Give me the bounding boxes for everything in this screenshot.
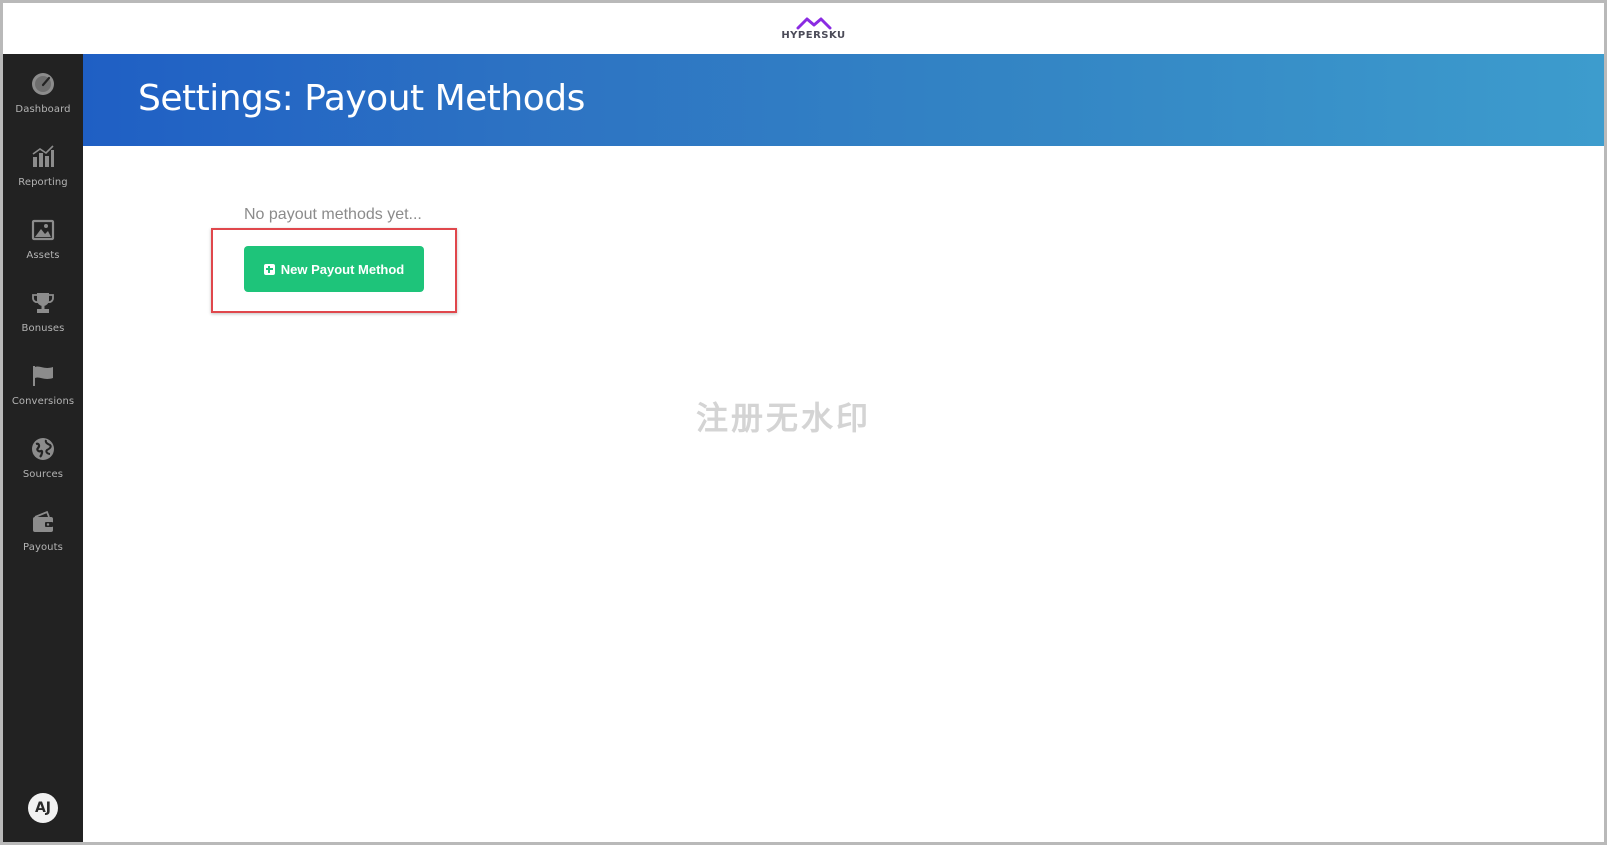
page-header: Settings: Payout Methods <box>83 54 1604 146</box>
sidebar-item-payouts[interactable]: Payouts <box>3 508 83 572</box>
sidebar-item-conversions[interactable]: Conversions <box>3 362 83 426</box>
top-bar: HYPERSKU <box>3 3 1604 54</box>
sidebar-item-label: Dashboard <box>15 104 71 115</box>
bar-chart-icon <box>29 143 57 171</box>
sidebar-item-bonuses[interactable]: Bonuses <box>3 289 83 353</box>
sidebar-item-label: Assets <box>26 250 60 261</box>
new-payout-method-label: New Payout Method <box>280 261 405 277</box>
user-avatar[interactable]: AJ <box>28 793 58 823</box>
flag-icon <box>29 362 57 390</box>
sidebar-item-assets[interactable]: Assets <box>3 216 83 280</box>
dashboard-gauge-icon <box>29 70 57 98</box>
wallet-icon <box>29 508 57 536</box>
sidebar-item-sources[interactable]: Sources <box>3 435 83 499</box>
app-window: HYPERSKU Dashboard Reporting Assets Bonu… <box>0 0 1607 845</box>
sidebar-item-label: Conversions <box>11 396 75 407</box>
trophy-icon <box>29 289 57 317</box>
image-icon <box>29 216 57 244</box>
brand-mark-icon <box>796 17 831 30</box>
brand-logo[interactable]: HYPERSKU <box>781 16 845 41</box>
page-title: Settings: Payout Methods <box>138 78 585 119</box>
sidebar-item-label: Sources <box>22 469 64 480</box>
new-payout-method-button[interactable]: New Payout Method <box>244 246 424 292</box>
plus-square-icon <box>263 263 275 275</box>
watermark-text: 注册无水印 <box>696 399 872 437</box>
sidebar-item-label: Payouts <box>23 542 63 553</box>
brand-name: HYPERSKU <box>781 30 846 41</box>
sidebar-item-reporting[interactable]: Reporting <box>3 143 83 207</box>
sidebar: Dashboard Reporting Assets Bonuses Conve <box>3 54 83 842</box>
empty-state-message: No payout methods yet... <box>244 206 422 223</box>
sidebar-item-dashboard[interactable]: Dashboard <box>3 70 83 134</box>
globe-icon <box>29 435 57 463</box>
sidebar-item-label: Bonuses <box>21 323 65 334</box>
sidebar-item-label: Reporting <box>18 177 68 188</box>
